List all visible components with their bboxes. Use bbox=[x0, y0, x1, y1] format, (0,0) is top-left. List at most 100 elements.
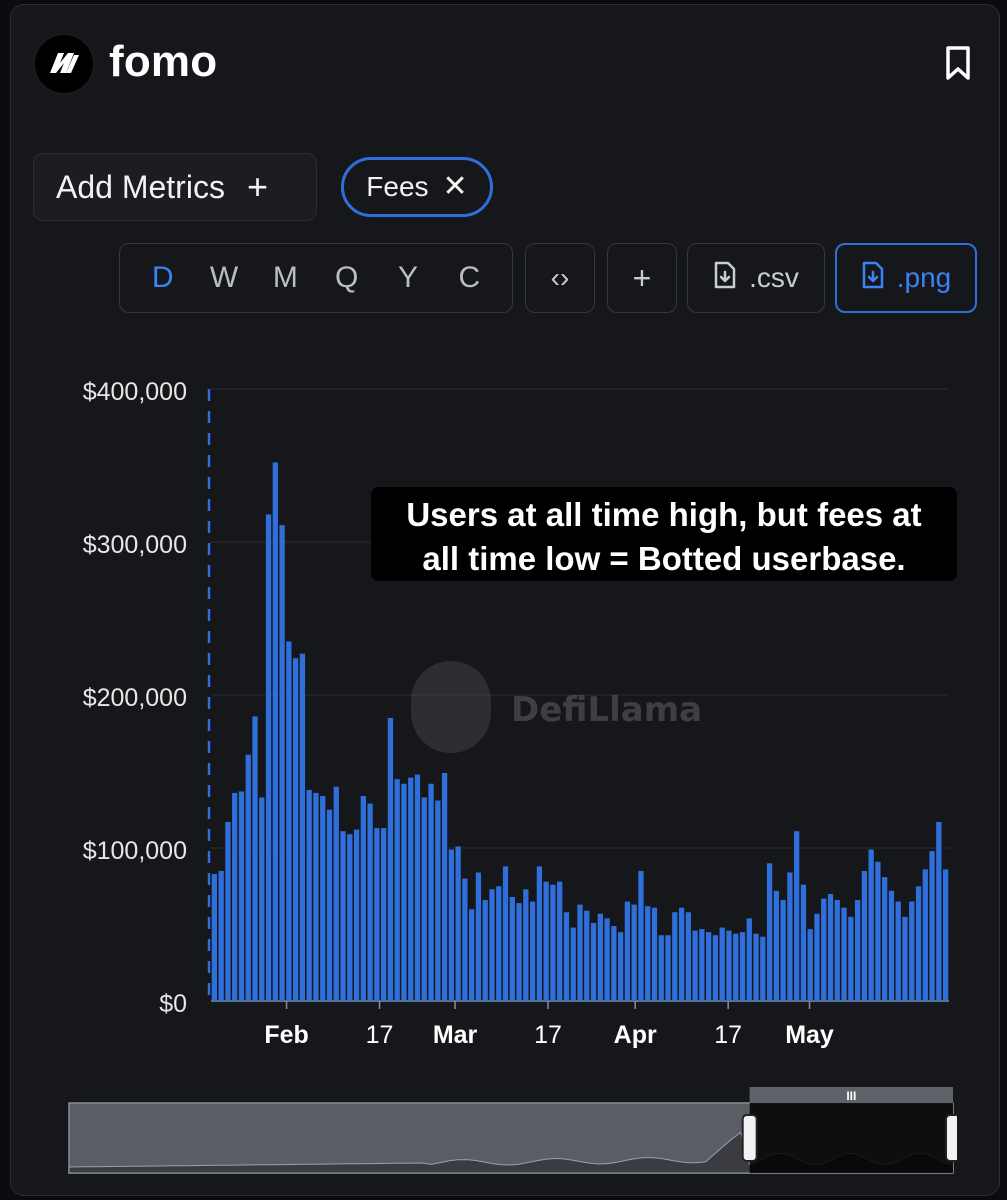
period-q-button[interactable]: Q bbox=[323, 261, 371, 295]
fee-bar[interactable] bbox=[320, 795, 326, 1001]
bookmark-icon[interactable] bbox=[943, 45, 973, 81]
fee-bar[interactable] bbox=[455, 846, 461, 1001]
fee-bar[interactable] bbox=[665, 935, 671, 1001]
fee-bar[interactable] bbox=[841, 907, 847, 1001]
fee-bar[interactable] bbox=[827, 893, 834, 1001]
period-m-button[interactable]: M bbox=[261, 261, 309, 295]
fee-bar[interactable] bbox=[435, 800, 441, 1001]
fee-bar[interactable] bbox=[577, 904, 583, 1001]
fee-bar[interactable] bbox=[265, 514, 272, 1001]
fee-bar[interactable] bbox=[895, 901, 901, 1001]
fee-bar[interactable] bbox=[692, 930, 698, 1001]
navigator-window[interactable] bbox=[749, 1103, 953, 1173]
fee-bar[interactable] bbox=[570, 927, 576, 1001]
fees-bar-chart[interactable]: $0 $100,000 $200,000 $300,000 $400,000 DefiLl… bbox=[11, 365, 999, 1065]
fee-bar[interactable] bbox=[909, 901, 915, 1001]
close-icon[interactable]: ✕ bbox=[443, 172, 468, 202]
fee-bar[interactable] bbox=[543, 881, 549, 1001]
fee-bar[interactable] bbox=[259, 797, 265, 1001]
fee-bar[interactable] bbox=[746, 918, 752, 1001]
fee-bar[interactable] bbox=[584, 910, 590, 1001]
fee-bar[interactable] bbox=[766, 863, 773, 1001]
fee-bar[interactable] bbox=[706, 932, 712, 1001]
fee-bar[interactable] bbox=[631, 904, 637, 1001]
fee-bar[interactable] bbox=[211, 874, 218, 1001]
fee-bar[interactable] bbox=[719, 927, 725, 1001]
fee-bar[interactable] bbox=[902, 916, 908, 1001]
fee-bar[interactable] bbox=[875, 861, 881, 1001]
fee-bar[interactable] bbox=[590, 922, 597, 1001]
fee-bar[interactable] bbox=[496, 886, 502, 1001]
fee-bar[interactable] bbox=[272, 462, 278, 1001]
fee-bar[interactable] bbox=[469, 909, 475, 1001]
fee-bar[interactable] bbox=[509, 896, 515, 1001]
fee-bar[interactable] bbox=[441, 773, 448, 1001]
fee-bar[interactable] bbox=[739, 932, 746, 1001]
fee-bar[interactable] bbox=[286, 641, 292, 1001]
fee-bar[interactable] bbox=[333, 786, 339, 1001]
fee-bar[interactable] bbox=[773, 890, 779, 1001]
fee-bar[interactable] bbox=[218, 870, 224, 1001]
fee-bar[interactable] bbox=[645, 906, 651, 1001]
fee-bar[interactable] bbox=[888, 890, 895, 1001]
fee-bar[interactable] bbox=[936, 821, 942, 1001]
fee-bar[interactable] bbox=[807, 929, 813, 1001]
download-csv-button[interactable]: .csv bbox=[687, 243, 825, 313]
period-y-button[interactable]: Y bbox=[384, 261, 432, 295]
fee-bar[interactable] bbox=[800, 884, 807, 1001]
navigator-right-handle[interactable] bbox=[945, 1114, 957, 1162]
fee-bar[interactable] bbox=[557, 881, 563, 1001]
fee-bar[interactable] bbox=[401, 783, 407, 1001]
fee-bar[interactable] bbox=[658, 935, 664, 1001]
fee-bar[interactable] bbox=[353, 829, 360, 1001]
fee-bar[interactable] bbox=[252, 716, 258, 1001]
fee-bar[interactable] bbox=[733, 933, 739, 1001]
period-d-button[interactable]: D bbox=[139, 261, 187, 295]
period-w-button[interactable]: W bbox=[200, 261, 248, 295]
fee-bar[interactable] bbox=[482, 900, 488, 1001]
fee-bar[interactable] bbox=[306, 789, 312, 1001]
fee-bar[interactable] bbox=[367, 803, 373, 1001]
fee-bar[interactable] bbox=[780, 900, 786, 1001]
fee-bar[interactable] bbox=[394, 779, 400, 1001]
fee-bar[interactable] bbox=[374, 828, 380, 1001]
fee-bar[interactable] bbox=[929, 851, 935, 1001]
fee-bar[interactable] bbox=[462, 878, 468, 1001]
fee-bar[interactable] bbox=[360, 795, 366, 1001]
fee-bar[interactable] bbox=[814, 913, 820, 1001]
fee-bar[interactable] bbox=[279, 525, 285, 1001]
fee-bar[interactable] bbox=[516, 903, 522, 1001]
fee-bar[interactable] bbox=[882, 877, 888, 1001]
fee-bar[interactable] bbox=[915, 886, 922, 1001]
fee-bar[interactable] bbox=[726, 930, 732, 1001]
fee-bar[interactable] bbox=[225, 821, 231, 1001]
fee-bar[interactable] bbox=[292, 658, 299, 1001]
fee-bar[interactable] bbox=[821, 898, 827, 1001]
fee-bar[interactable] bbox=[475, 872, 482, 1001]
add-chart-button[interactable]: + bbox=[607, 243, 677, 313]
fee-bar[interactable] bbox=[604, 918, 610, 1001]
fee-bar[interactable] bbox=[942, 869, 949, 1001]
range-navigator[interactable]: III bbox=[67, 1087, 957, 1177]
fee-bar[interactable] bbox=[617, 932, 624, 1001]
fee-bar[interactable] bbox=[428, 783, 434, 1001]
fee-bar[interactable] bbox=[651, 907, 658, 1001]
fee-bar[interactable] bbox=[834, 900, 840, 1001]
fee-bar[interactable] bbox=[245, 754, 251, 1001]
fee-bar[interactable] bbox=[313, 792, 319, 1001]
fee-bar[interactable] bbox=[712, 935, 719, 1001]
fee-bar[interactable] bbox=[861, 870, 868, 1001]
fee-bar[interactable] bbox=[408, 777, 414, 1001]
fee-bar[interactable] bbox=[232, 792, 238, 1001]
fee-bar[interactable] bbox=[529, 901, 536, 1001]
fee-bar[interactable] bbox=[563, 912, 570, 1001]
fee-bar[interactable] bbox=[299, 653, 306, 1001]
fee-bar[interactable] bbox=[597, 913, 603, 1001]
fee-bar[interactable] bbox=[340, 831, 346, 1001]
add-metrics-button[interactable]: Add Metrics + bbox=[33, 153, 317, 221]
fee-bar[interactable] bbox=[794, 831, 800, 1001]
fee-bar[interactable] bbox=[414, 774, 421, 1001]
fee-bar[interactable] bbox=[672, 912, 678, 1001]
fee-bar[interactable] bbox=[753, 933, 759, 1001]
fee-bar[interactable] bbox=[787, 872, 793, 1001]
